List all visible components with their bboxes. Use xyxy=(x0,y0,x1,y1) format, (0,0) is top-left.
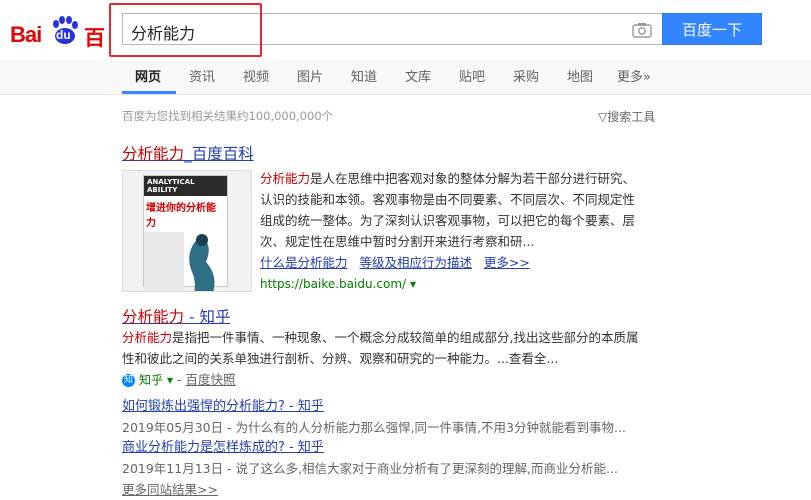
highlight-box xyxy=(109,3,262,57)
result-snippet-zhihu: 分析能力是指把一件事情、一种现象、一个概念分成较简单的组成部分,找出这些部分的本… xyxy=(122,327,667,500)
result-title-baike[interactable]: 分析能力_百度百科 xyxy=(122,142,254,164)
tab-bar: 网页 资讯 视频 图片 知道 文库 贴吧 采购 地图 更多» xyxy=(0,60,811,95)
result-snippet-baike: 分析能力是人在思维中把客观对象的整体分解为若干部分进行研究、 认识的技能和本领。… xyxy=(260,171,636,291)
filter-icon: ▽ xyxy=(598,110,608,124)
link-what-is[interactable]: 什么是分析能力 xyxy=(260,255,348,270)
camera-icon[interactable] xyxy=(632,22,652,38)
search-tools[interactable]: ▽搜索工具 xyxy=(598,108,655,125)
result-thumbnail[interactable]: ANALYTICAL ABILITY 增进你的分析能力 xyxy=(122,170,252,292)
tab-zhidao[interactable]: 知道 xyxy=(351,66,377,85)
sub-result-1-desc: 2019年05月30日 - 为什么有的人分析能力那么强悍,同一件事情,不用3分钟… xyxy=(122,420,626,435)
link-levels[interactable]: 等级及相应行为描述 xyxy=(359,255,472,270)
tab-images[interactable]: 图片 xyxy=(297,66,323,85)
more-site-results[interactable]: 更多同站结果>> xyxy=(122,482,218,497)
sub-result-2-title[interactable]: 商业分析能力是怎样炼成的? - 知乎 xyxy=(122,440,324,455)
active-tab-indicator xyxy=(122,91,176,94)
book-cover: ANALYTICAL ABILITY 增进你的分析能力 xyxy=(143,175,228,291)
tab-video[interactable]: 视频 xyxy=(243,66,269,85)
sub-result-1-title[interactable]: 如何锻炼出强悍的分析能力? - 知乎 xyxy=(122,399,324,414)
link-more[interactable]: 更多>> xyxy=(484,255,530,270)
source-zhihu[interactable]: 知乎 xyxy=(139,373,163,387)
tab-more[interactable]: 更多» xyxy=(617,66,651,85)
tab-map[interactable]: 地图 xyxy=(567,66,593,85)
tab-news[interactable]: 资讯 xyxy=(189,66,215,85)
search-button[interactable]: 百度一下 xyxy=(662,13,762,45)
tab-tieba[interactable]: 贴吧 xyxy=(459,66,485,85)
tab-web[interactable]: 网页 xyxy=(135,66,161,85)
source-dropdown-icon: ▾ xyxy=(166,373,174,387)
zhihu-icon: 知 xyxy=(122,374,135,387)
tab-wenku[interactable]: 文库 xyxy=(405,66,431,85)
snapshot-link[interactable]: 百度快照 xyxy=(186,372,236,387)
book-illustration xyxy=(144,232,215,291)
tab-caigou[interactable]: 采购 xyxy=(513,66,539,85)
result-count: 百度为您找到相关结果约100,000,000个 xyxy=(122,109,334,123)
result-url[interactable]: https://baike.baidu.com/ xyxy=(260,277,406,291)
baidu-logo[interactable]: Bai du 百度 xyxy=(10,12,114,50)
url-dropdown-icon: ▾ xyxy=(410,277,417,291)
sub-result-2-desc: 2019年11月13日 - 说了这么多,相信大家对于商业分析有了更深刻的理解,而… xyxy=(122,461,618,476)
result-title-zhihu[interactable]: 分析能力 - 知乎 xyxy=(122,305,230,327)
